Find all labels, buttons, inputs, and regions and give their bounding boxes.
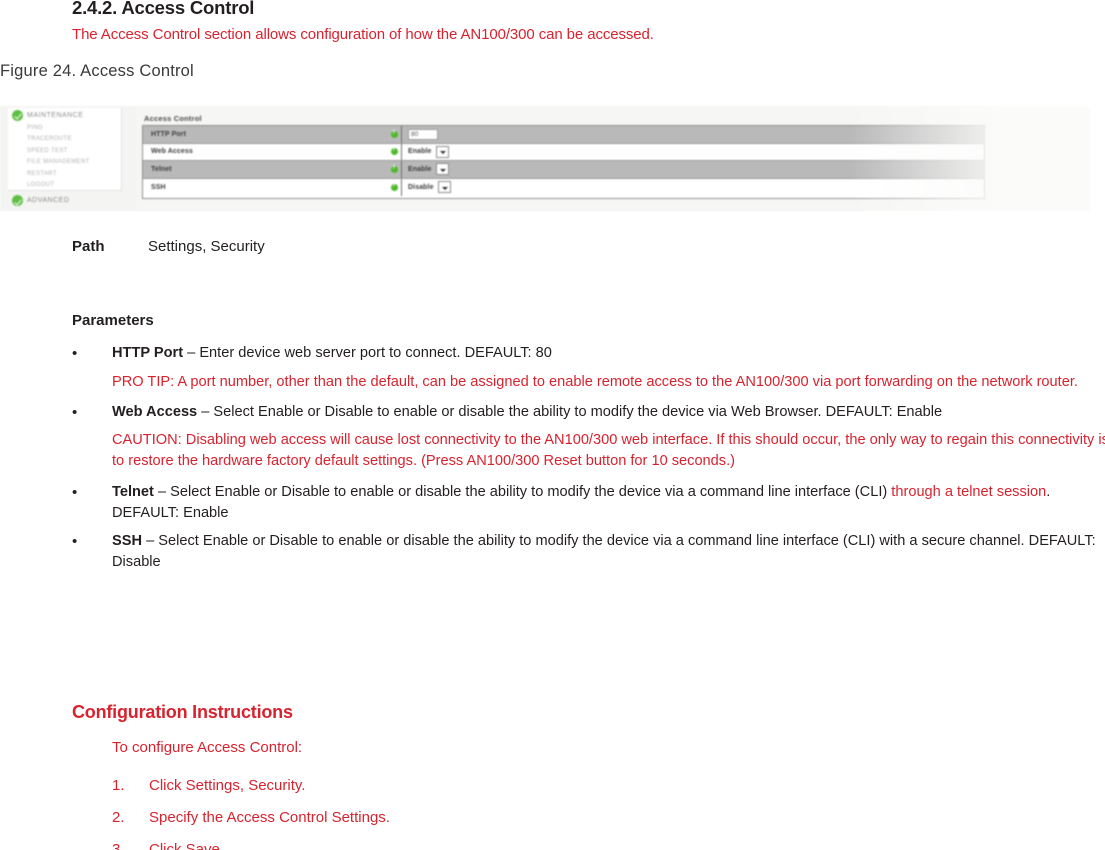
parameter-note-pro-tip: PRO TIP: A port number, other than the d… [112, 373, 1078, 390]
form-row-ssh: SSH Disable [143, 178, 984, 196]
form-row-control: Enable [401, 143, 984, 160]
sidebar-item-label: LOGOUT [27, 182, 55, 189]
configuration-instructions-title: Configuration Instructions [72, 702, 293, 722]
select-value: Enable [408, 148, 432, 156]
form-row-http-port: HTTP Port 80 [143, 126, 984, 144]
access-control-form: HTTP Port 80 Web Access Enabl [142, 125, 985, 199]
sidebar-item-label: MAINTENANCE [27, 111, 84, 119]
list-item: 2. Specify the Access Control Settings. [112, 802, 812, 834]
sidebar-item-label: SPEED TEST [27, 147, 68, 154]
sidebar-item-advanced[interactable]: ADVANCED [8, 192, 122, 209]
sidebar-item-file-management[interactable]: FILE MANAGEMENT [8, 157, 121, 169]
section-heading: 2.4.2. Access Control [72, 0, 255, 18]
configuration-steps-list: 1. Click Settings, Security. 2. Specify … [112, 770, 812, 850]
help-icon[interactable] [390, 165, 398, 173]
help-icon[interactable] [390, 130, 398, 138]
select-value: Disable [408, 183, 434, 191]
chevron-down-icon[interactable] [435, 163, 449, 176]
list-item: • Web Access – Select Enable or Disable … [72, 402, 1105, 424]
panel-title: Access Control [144, 114, 202, 123]
telnet-select[interactable]: Enable [408, 163, 449, 176]
list-item: • HTTP Port – Enter device web server po… [72, 343, 1105, 365]
step-number: 1. [112, 777, 125, 794]
gear-check-icon [12, 109, 23, 121]
form-row-web-access: Web Access Enable [143, 143, 984, 161]
form-row-label: SSH [151, 183, 166, 191]
ssh-select[interactable]: Disable [408, 181, 451, 194]
web-access-select[interactable]: Enable [408, 145, 449, 158]
parameters-title: Parameters [72, 312, 154, 329]
parameters-list: • HTTP Port – Enter device web server po… [72, 343, 1105, 576]
bullet-icon: • [72, 404, 78, 421]
form-row-telnet: Telnet Enable [143, 161, 984, 179]
sidebar-item-label: PING [27, 124, 44, 131]
sidebar-item-label: TRACEROUTE [27, 136, 72, 143]
bullet-icon: • [72, 483, 78, 501]
configuration-instructions-lead: To configure Access Control: [112, 739, 303, 756]
sidebar-item-maintenance[interactable]: MAINTENANCE [8, 108, 121, 122]
parameter-term: Telnet [112, 483, 154, 500]
help-icon-wrap[interactable] [387, 165, 401, 173]
sidebar-item-speed-test[interactable]: SPEED TEST [8, 145, 121, 157]
figure-main-panel: Access Control HTTP Port 80 Web Access [136, 106, 1090, 211]
help-icon-wrap[interactable] [387, 130, 401, 138]
parameter-text: HTTP Port – Enter device web server port… [112, 343, 1105, 365]
help-icon[interactable] [390, 183, 398, 191]
parameter-desc: – Select Enable or Disable to enable or … [112, 532, 1096, 571]
http-port-input[interactable]: 80 [408, 128, 438, 140]
list-item: • Telnet – Select Enable or Disable to e… [72, 482, 1105, 525]
bullet-icon: • [72, 345, 78, 362]
parameter-text: Web Access – Select Enable or Disable to… [112, 402, 1105, 424]
access-control-figure: MAINTENANCE PING TRACEROUTE SPEED TEST F… [0, 106, 1090, 211]
sidebar-item-label: ADVANCED [27, 197, 70, 204]
parameter-term: SSH [112, 532, 143, 549]
sidebar-item-label: RESTART [27, 170, 57, 177]
document-page: 2.4.2. Access Control The Access Control… [0, 0, 1105, 850]
help-icon-wrap[interactable] [387, 147, 401, 156]
help-icon[interactable] [390, 147, 398, 156]
form-row-label: HTTP Port [151, 130, 186, 138]
parameter-desc: – Select Enable or Disable to enable or … [153, 483, 892, 500]
figure-sidebar: MAINTENANCE PING TRACEROUTE SPEED TEST F… [8, 108, 122, 191]
step-text: Specify the Access Control Settings. [149, 809, 390, 826]
step-text: Click Settings, Security. [149, 777, 306, 794]
form-row-control: Disable [401, 178, 984, 196]
form-row-label: Telnet [151, 165, 172, 173]
sidebar-item-restart[interactable]: RESTART [8, 168, 121, 180]
parameter-term: HTTP Port [112, 345, 184, 361]
parameter-desc-highlight: through a telnet session [891, 483, 1047, 500]
path-block: Path Settings, Security [72, 238, 265, 255]
parameter-note-caution: CAUTION: Disabling web access will cause… [112, 431, 1105, 470]
sidebar-item-logout[interactable]: LOGOUT [8, 180, 121, 192]
figure-caption: Figure 24. Access Control [0, 62, 194, 80]
bullet-icon: • [72, 532, 78, 550]
sidebar-item-ping[interactable]: PING [8, 122, 121, 134]
step-number: 3. [112, 841, 125, 850]
chevron-down-icon[interactable] [435, 145, 449, 158]
sidebar-item-label: FILE MANAGEMENT [27, 159, 90, 166]
gear-check-icon [12, 195, 23, 206]
help-icon-wrap[interactable] [387, 183, 401, 191]
chevron-down-icon[interactable] [437, 181, 451, 194]
path-label: Path [72, 238, 105, 255]
step-number: 2. [112, 809, 125, 826]
form-row-control: 80 [401, 126, 984, 143]
form-row-control: Enable [401, 161, 984, 178]
select-value: Enable [408, 165, 432, 173]
list-item: 3. Click Save. [112, 834, 812, 850]
list-item: 1. Click Settings, Security. [112, 770, 812, 802]
parameter-text: SSH – Select Enable or Disable to enable… [112, 531, 1105, 574]
parameter-desc: – Select Enable or Disable to enable or … [197, 404, 943, 420]
path-value: Settings, Security [148, 238, 265, 255]
form-row-label: Web Access [151, 148, 193, 156]
list-item: • SSH – Select Enable or Disable to enab… [72, 531, 1105, 574]
step-text: Click Save. [149, 841, 225, 850]
sidebar-item-traceroute[interactable]: TRACEROUTE [8, 134, 121, 146]
parameter-desc: – Enter device web server port to connec… [183, 345, 552, 361]
parameter-term: Web Access [112, 404, 198, 420]
section-intro-text: The Access Control section allows config… [72, 26, 654, 43]
parameter-text: Telnet – Select Enable or Disable to ena… [112, 482, 1105, 525]
